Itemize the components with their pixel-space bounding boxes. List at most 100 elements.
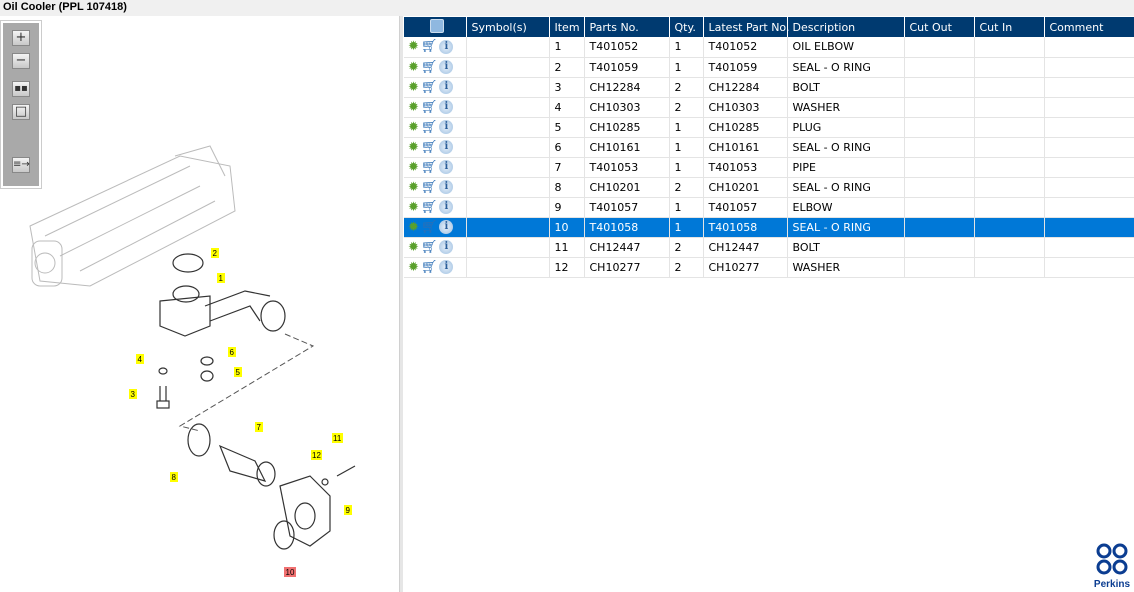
cart-icon[interactable]: 🛒︎ xyxy=(421,39,438,54)
cut-in-cell xyxy=(974,137,1045,158)
info-icon[interactable]: i xyxy=(439,39,454,54)
table-row[interactable]: ✹ 🛒︎ i 8 CH10201 2 CH10201 SEAL - O RING xyxy=(404,177,1134,198)
part-number-cell: CH12284 xyxy=(584,77,670,98)
gear-icon[interactable]: ✹ xyxy=(408,39,419,54)
zoom-out-button[interactable]: − xyxy=(12,53,30,69)
parts-outline xyxy=(156,253,356,550)
table-row[interactable]: ✹ 🛒︎ i 6 CH10161 1 CH10161 SEAL - O RING xyxy=(404,137,1134,158)
panel-splitter[interactable] xyxy=(399,16,403,592)
info-icon[interactable]: i xyxy=(439,60,454,74)
info-icon[interactable]: i xyxy=(439,120,454,134)
gear-icon[interactable]: ✹ xyxy=(408,260,419,275)
actual-size-button[interactable]: □ xyxy=(12,104,30,120)
latest-part-cell: T401058 xyxy=(703,217,788,238)
fit-all-button[interactable]: ▪▪ xyxy=(12,81,30,97)
gear-icon[interactable]: ✹ xyxy=(408,140,419,155)
table-row[interactable]: ✹ 🛒︎ i 2 T401059 1 T401059 SEAL - O RING xyxy=(404,57,1134,78)
comment-cell xyxy=(1044,177,1134,198)
info-icon[interactable]: i xyxy=(439,160,454,174)
table-row[interactable]: ✹ 🛒︎ i 9 T401057 1 T401057 ELBOW xyxy=(404,197,1134,218)
cart-icon[interactable]: 🛒︎ xyxy=(421,120,438,135)
gear-icon[interactable]: ✹ xyxy=(408,240,419,255)
info-icon[interactable]: i xyxy=(439,180,454,194)
table-row[interactable]: ✹ 🛒︎ i 12 CH10277 2 CH10277 WASHER xyxy=(404,257,1134,278)
column-header[interactable]: Cut In xyxy=(974,17,1045,37)
symbol-cell xyxy=(466,237,550,258)
zoom-in-button[interactable]: + xyxy=(12,30,30,46)
cut-out-cell xyxy=(904,197,975,218)
toggle-layout-button[interactable]: ≡→ xyxy=(12,157,30,173)
info-icon[interactable]: i xyxy=(439,80,454,94)
info-icon[interactable]: i xyxy=(439,140,454,154)
cart-icon[interactable]: 🛒︎ xyxy=(421,140,438,155)
item-cell: 7 xyxy=(549,157,585,178)
gear-icon[interactable]: ✹ xyxy=(408,80,419,95)
column-header[interactable]: Comment xyxy=(1044,17,1134,37)
info-icon[interactable]: i xyxy=(439,240,454,254)
cut-out-cell xyxy=(904,237,975,258)
table-row[interactable]: ✹ 🛒︎ i 3 CH12284 2 CH12284 BOLT xyxy=(404,77,1134,98)
info-icon[interactable]: i xyxy=(439,100,454,114)
table-row[interactable]: ✹ 🛒︎ i 7 T401053 1 T401053 PIPE xyxy=(404,157,1134,178)
gear-icon[interactable]: ✹ xyxy=(408,60,419,75)
svg-text:2: 2 xyxy=(213,249,218,258)
column-header[interactable]: Latest Part No. xyxy=(703,17,789,37)
cut-in-cell xyxy=(974,117,1045,138)
info-icon[interactable]: i xyxy=(439,260,454,274)
row-actions: ✹ 🛒︎ i xyxy=(404,137,467,158)
cart-icon[interactable]: 🛒︎ xyxy=(421,260,438,275)
cart-icon[interactable]: 🛒︎ xyxy=(421,180,438,195)
exploded-parts-diagram[interactable]: 2 1 6 5 4 3 7 11 12 8 9 10 xyxy=(0,16,399,592)
part-number-cell: CH10161 xyxy=(584,137,670,158)
info-icon[interactable]: i xyxy=(439,220,454,234)
part-number-cell: T401059 xyxy=(584,57,670,78)
gear-icon[interactable]: ✹ xyxy=(408,100,419,115)
info-icon[interactable]: i xyxy=(439,200,454,214)
part-number-cell: CH10303 xyxy=(584,97,670,118)
cut-out-cell xyxy=(904,117,975,138)
diagram-panel[interactable]: 2 1 6 5 4 3 7 11 12 8 9 10 + − ▪▪ □ ≡→ xyxy=(0,16,399,592)
find-in-diagram-icon[interactable] xyxy=(430,18,445,33)
gear-icon[interactable]: ✹ xyxy=(408,120,419,135)
description-cell: SEAL - O RING xyxy=(787,217,905,238)
gear-icon[interactable]: ✹ xyxy=(408,160,419,175)
column-header[interactable]: Description xyxy=(787,17,905,37)
qty-cell: 2 xyxy=(669,177,704,198)
cart-icon[interactable]: 🛒︎ xyxy=(421,100,438,115)
gear-icon[interactable]: ✹ xyxy=(408,220,419,235)
callout-7: 7 xyxy=(255,422,263,432)
cart-icon[interactable]: 🛒︎ xyxy=(421,60,438,75)
cart-icon[interactable]: 🛒︎ xyxy=(421,240,438,255)
table-row[interactable]: ✹ 🛒︎ i 1 T401052 1 T401052 OIL ELBOW xyxy=(404,37,1134,58)
qty-cell: 1 xyxy=(669,137,704,158)
cut-out-cell xyxy=(904,217,975,238)
column-header[interactable]: Qty. xyxy=(669,17,704,37)
cart-icon[interactable]: 🛒︎ xyxy=(421,220,438,235)
column-header[interactable]: Item xyxy=(549,17,585,37)
cut-out-cell xyxy=(904,177,975,198)
part-number-cell: T401058 xyxy=(584,217,670,238)
svg-text:11: 11 xyxy=(333,434,342,443)
table-row[interactable]: ✹ 🛒︎ i 10 T401058 1 T401058 SEAL - O RING xyxy=(404,217,1134,238)
comment-cell xyxy=(1044,77,1134,98)
row-actions: ✹ 🛒︎ i xyxy=(404,117,467,138)
column-header[interactable]: Parts No. xyxy=(584,17,670,37)
callout-labels[interactable]: 2 1 6 5 4 3 7 11 12 8 9 10 xyxy=(129,248,352,577)
comment-cell xyxy=(1044,257,1134,278)
cart-icon[interactable]: 🛒︎ xyxy=(421,200,438,215)
gear-icon[interactable]: ✹ xyxy=(408,200,419,215)
item-cell: 5 xyxy=(549,117,585,138)
latest-part-cell: CH10285 xyxy=(703,117,788,138)
column-header[interactable]: Cut Out xyxy=(904,17,975,37)
cart-icon[interactable]: 🛒︎ xyxy=(421,80,438,95)
header-find-icon[interactable] xyxy=(404,17,467,37)
table-row[interactable]: ✹ 🛒︎ i 4 CH10303 2 CH10303 WASHER xyxy=(404,97,1134,118)
item-cell: 8 xyxy=(549,177,585,198)
comment-cell xyxy=(1044,157,1134,178)
gear-icon[interactable]: ✹ xyxy=(408,180,419,195)
column-header[interactable]: Symbol(s) xyxy=(466,17,550,37)
cart-icon[interactable]: 🛒︎ xyxy=(421,160,438,175)
table-row[interactable]: ✹ 🛒︎ i 11 CH12447 2 CH12447 BOLT xyxy=(404,237,1134,258)
table-row[interactable]: ✹ 🛒︎ i 5 CH10285 1 CH10285 PLUG xyxy=(404,117,1134,138)
part-number-cell: T401053 xyxy=(584,157,670,178)
